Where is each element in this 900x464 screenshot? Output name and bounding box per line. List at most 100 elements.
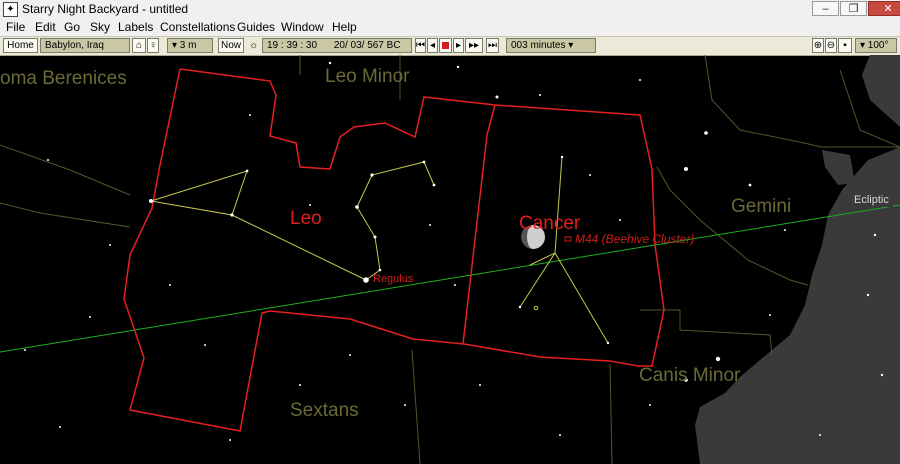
star — [784, 229, 786, 231]
lock-icon[interactable]: ⌂ — [132, 38, 146, 53]
leo-boundary — [123, 68, 665, 432]
star — [432, 183, 436, 187]
maximize-icon[interactable]: ❐ — [840, 1, 867, 16]
star — [769, 314, 771, 316]
star — [866, 293, 870, 297]
leo-sickle — [356, 161, 435, 281]
boundaries-selected — [123, 68, 665, 432]
star — [873, 233, 877, 237]
star — [422, 160, 426, 164]
milky-way-patch — [822, 150, 855, 185]
home-button[interactable]: Home — [3, 38, 38, 53]
star — [204, 344, 206, 346]
zoom-in-icon[interactable]: ⊕ — [812, 38, 824, 53]
menu-bar: File Edit Go Sky Labels Constellations G… — [0, 18, 900, 36]
star — [349, 354, 351, 356]
label-leo-minor: Leo Minor — [325, 66, 410, 87]
star — [649, 404, 651, 406]
boundary-sextans — [411, 349, 421, 464]
star — [149, 199, 153, 203]
star — [109, 244, 111, 246]
leo-body — [150, 170, 248, 216]
stick-figures — [150, 156, 609, 344]
viewer-icon[interactable]: ♀ — [147, 38, 159, 53]
star — [715, 356, 721, 362]
zoom-out-icon[interactable]: ⊖ — [825, 38, 837, 53]
now-button[interactable]: Now — [218, 38, 244, 53]
fast-forward-icon[interactable]: ▸▸ — [465, 38, 483, 53]
star — [454, 284, 456, 286]
label-cancer: Cancer — [519, 213, 581, 234]
menu-sky[interactable]: Sky — [90, 20, 110, 34]
star — [89, 316, 91, 318]
menu-go[interactable]: Go — [64, 20, 80, 34]
star — [495, 95, 499, 99]
sky-view[interactable]: oma Berenices Leo Minor Gemini Canis Min… — [0, 55, 900, 464]
star — [24, 349, 26, 351]
time-value: 19 : 39 : 30 — [267, 40, 318, 51]
star — [169, 284, 171, 286]
cancer-line-4 — [554, 252, 609, 344]
label-leo: Leo — [290, 208, 322, 229]
menu-constellations[interactable]: Constellations — [160, 20, 235, 34]
star — [355, 205, 359, 209]
label-m44: M44 (Beehive Cluster) — [575, 232, 695, 246]
menu-labels[interactable]: Labels — [118, 20, 153, 34]
star-cluster-marker — [533, 305, 539, 311]
m44-marker — [564, 236, 572, 242]
menu-window[interactable]: Window — [281, 20, 324, 34]
step-forward-icon[interactable]: ⏭ — [486, 38, 499, 53]
star — [309, 204, 311, 206]
date-value: 20/ 03/ 567 BC — [333, 40, 401, 51]
rewind-icon[interactable]: ◂ — [427, 38, 438, 53]
star — [245, 169, 249, 173]
telescope-icon[interactable]: ✦ — [3, 2, 18, 17]
star — [230, 213, 234, 217]
star — [819, 434, 821, 436]
zoom-menu-icon[interactable]: ▪ — [838, 38, 852, 53]
step-back-icon[interactable]: ⏮ — [415, 38, 426, 53]
minimize-icon[interactable]: ‒ — [812, 1, 839, 16]
stop-icon[interactable] — [439, 38, 452, 53]
star — [229, 439, 231, 441]
star — [619, 219, 621, 221]
star — [539, 94, 541, 96]
location-field[interactable]: Babylon, Iraq — [40, 38, 130, 53]
star — [704, 131, 708, 135]
label-regulus: Regulus — [373, 273, 414, 285]
label-gemini: Gemini — [731, 196, 792, 217]
star — [47, 159, 49, 161]
star — [249, 114, 251, 116]
star — [59, 426, 61, 428]
star — [684, 167, 688, 171]
boundary-hydra — [609, 363, 613, 464]
menu-file[interactable]: File — [6, 20, 25, 34]
boundary-coma — [0, 144, 131, 196]
star — [456, 65, 460, 69]
menu-guides[interactable]: Guides — [237, 20, 275, 34]
sun-icon: ☼ — [249, 40, 259, 51]
star — [299, 384, 301, 386]
star — [404, 404, 406, 406]
ecliptic-line — [0, 204, 900, 353]
star — [518, 305, 522, 309]
menu-edit[interactable]: Edit — [35, 20, 56, 34]
star — [589, 174, 591, 176]
milky-way — [862, 55, 900, 127]
toolbar: Home Babylon, Iraq ⌂ ♀ ▾ 3 m Now ☼ 19 : … — [0, 36, 900, 56]
fov-field[interactable]: ▾ 100° — [855, 38, 897, 53]
play-icon[interactable]: ▸ — [453, 38, 464, 53]
star — [559, 434, 561, 436]
time-step-field[interactable]: 003 minutes ▾ — [506, 38, 596, 53]
star — [429, 224, 431, 226]
elevation-field[interactable]: ▾ 3 m — [167, 38, 213, 53]
close-icon[interactable]: ✕ — [868, 1, 900, 16]
star — [748, 183, 752, 187]
star-regulus — [363, 277, 369, 283]
star — [479, 384, 481, 386]
title-bar: ✦ Starry Night Backyard - untitled ‒ ❐ ✕ — [0, 0, 900, 19]
star — [373, 235, 377, 239]
star — [328, 61, 332, 65]
datetime-field[interactable]: 19 : 39 : 30 20/ 03/ 567 BC — [262, 38, 412, 53]
menu-help[interactable]: Help — [332, 20, 357, 34]
